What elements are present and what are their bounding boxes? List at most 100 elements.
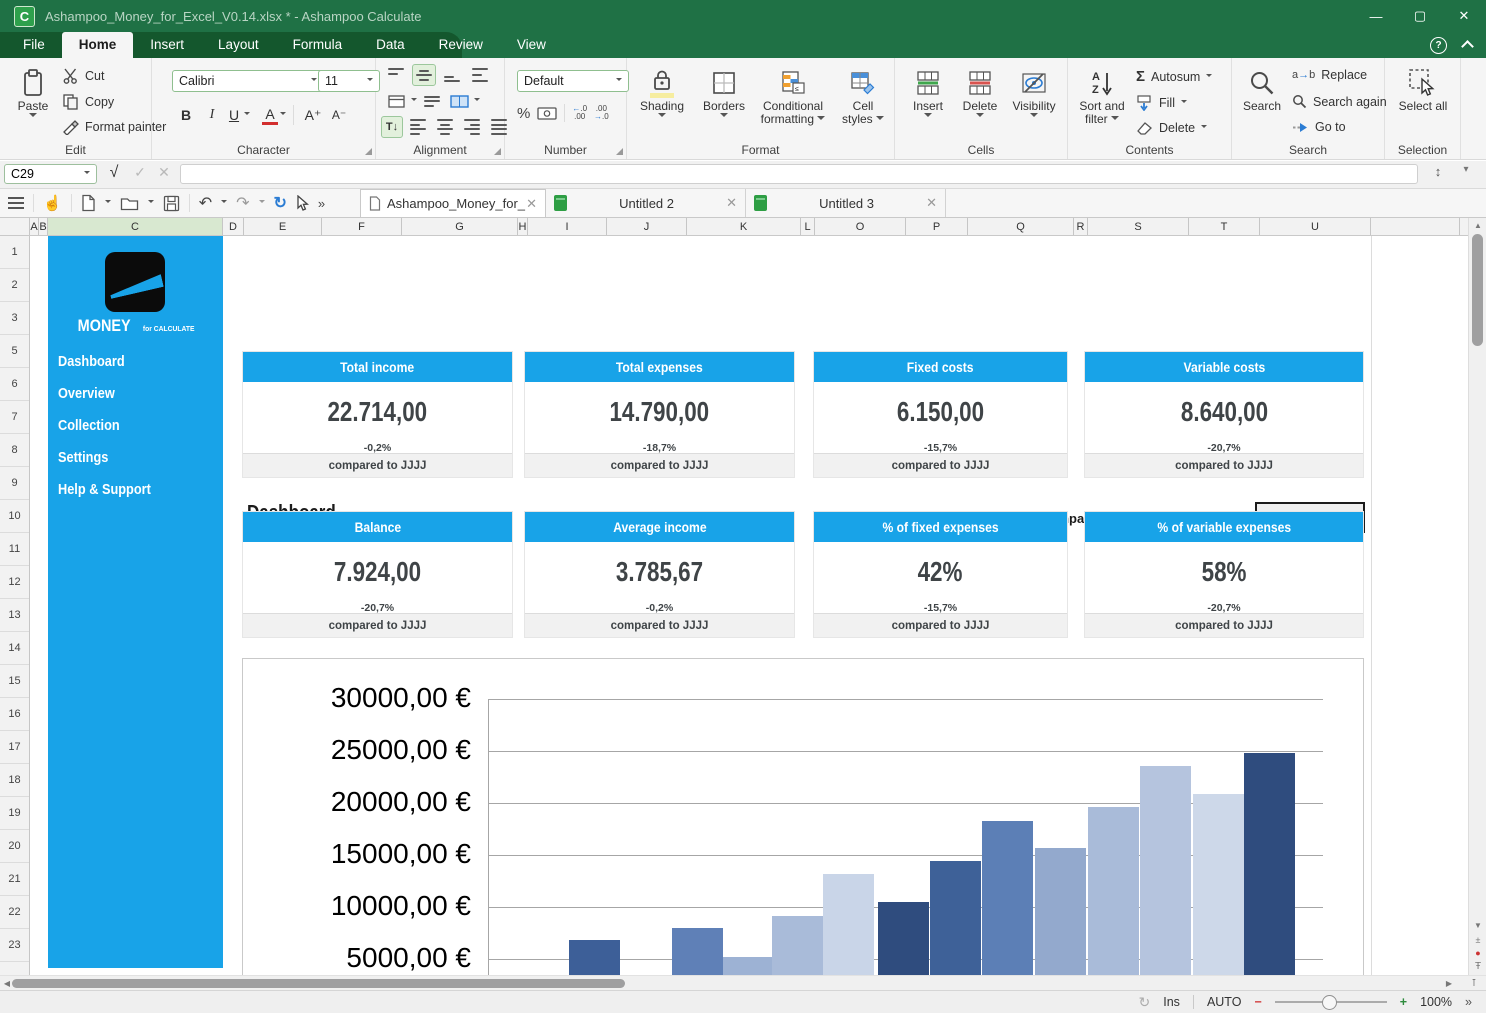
- autosum-button[interactable]: Σ Autosum: [1136, 68, 1212, 85]
- menu-data[interactable]: Data: [359, 32, 422, 58]
- scroll-right-icon[interactable]: ▶: [1444, 979, 1454, 988]
- tab-close-icon[interactable]: ✕: [926, 195, 937, 211]
- formula-bar-options-icon[interactable]: ▾: [1456, 164, 1476, 175]
- menu-insert[interactable]: Insert: [133, 32, 201, 58]
- row-header-1[interactable]: 1: [0, 236, 29, 269]
- row-header-16[interactable]: 16: [0, 698, 29, 731]
- row-header-11[interactable]: 11: [0, 533, 29, 566]
- cut-button[interactable]: Cut: [62, 68, 104, 84]
- align-justify-v-icon[interactable]: [468, 64, 492, 86]
- sheet-nav-icon[interactable]: ⊺: [1466, 978, 1482, 989]
- row-header-20[interactable]: 20: [0, 830, 29, 863]
- cell-window-caret[interactable]: [411, 98, 417, 104]
- menu-review[interactable]: Review: [422, 32, 500, 58]
- column-header-S[interactable]: S: [1088, 218, 1189, 235]
- row-header-2[interactable]: 2: [0, 269, 29, 302]
- column-header-D[interactable]: D: [223, 218, 244, 235]
- underline-caret[interactable]: [244, 112, 250, 118]
- refresh-icon[interactable]: ↻: [274, 193, 287, 213]
- fill-button[interactable]: Fill: [1136, 94, 1187, 111]
- shrink-font-button[interactable]: A⁻: [327, 104, 351, 126]
- column-header-G[interactable]: G: [402, 218, 518, 235]
- scroll-up-icon[interactable]: ▲: [1469, 221, 1486, 230]
- align-right-icon[interactable]: [460, 116, 484, 138]
- new-document-icon[interactable]: [81, 194, 96, 212]
- cell-window-icon[interactable]: [384, 90, 408, 112]
- sheet-tab-3[interactable]: Untitled 3 ✕: [746, 189, 946, 217]
- column-header-P[interactable]: P: [906, 218, 968, 235]
- vertical-scrollbar[interactable]: ▲ ▼ ± ● Ŧ: [1468, 218, 1486, 975]
- row-header-22[interactable]: 22: [0, 896, 29, 929]
- insert-cells-button[interactable]: Insert: [905, 66, 951, 121]
- row-header-6[interactable]: 6: [0, 368, 29, 401]
- row-header-23[interactable]: 23: [0, 929, 29, 962]
- percent-format-icon[interactable]: %: [517, 105, 530, 122]
- row-header-8[interactable]: 8: [0, 434, 29, 467]
- column-header-E[interactable]: E: [244, 218, 322, 235]
- vertical-scroll-thumb[interactable]: [1472, 234, 1483, 346]
- alignment-dialog-launcher[interactable]: [494, 148, 501, 155]
- menu-file[interactable]: File: [6, 32, 62, 58]
- column-header-I[interactable]: I: [528, 218, 607, 235]
- align-center-icon[interactable]: [433, 116, 457, 138]
- row-header-13[interactable]: 13: [0, 599, 29, 632]
- add-decimal-icon[interactable]: ←.0.00: [572, 105, 587, 121]
- toolbar-overflow-icon[interactable]: »: [318, 196, 325, 211]
- search-again-button[interactable]: Search again: [1292, 94, 1387, 109]
- format-painter-button[interactable]: Format painter: [62, 118, 166, 135]
- redo-caret[interactable]: [259, 200, 265, 206]
- hamburger-icon[interactable]: [8, 197, 24, 209]
- number-format-select[interactable]: Default: [517, 70, 629, 92]
- align-left-icon[interactable]: [406, 116, 430, 138]
- cell-reference-box[interactable]: C29: [4, 164, 97, 184]
- sheet-tab-2[interactable]: Untitled 2 ✕: [546, 189, 746, 217]
- character-dialog-launcher[interactable]: [365, 148, 372, 155]
- insert-mode-indicator[interactable]: Ins: [1163, 995, 1180, 1009]
- split-view-icon[interactable]: ±: [1469, 935, 1486, 945]
- sidebar-item-collection[interactable]: Collection: [58, 418, 151, 434]
- align-bottom-icon[interactable]: [440, 64, 464, 86]
- text-orientation-icon[interactable]: T↓: [381, 116, 403, 138]
- row-header-18[interactable]: 18: [0, 764, 29, 797]
- underline-button[interactable]: U: [226, 104, 242, 126]
- row-header-14[interactable]: 14: [0, 632, 29, 665]
- row-header-3[interactable]: 3: [0, 302, 29, 335]
- remove-decimal-icon[interactable]: .00→.0: [594, 105, 609, 121]
- font-name-select[interactable]: Calibri: [172, 70, 324, 92]
- select-all-button[interactable]: Select all: [1397, 66, 1449, 113]
- column-header-J[interactable]: J: [607, 218, 687, 235]
- column-header-A[interactable]: A: [30, 218, 39, 235]
- zoom-in-button[interactable]: +: [1400, 995, 1407, 1009]
- number-dialog-launcher[interactable]: [616, 148, 623, 155]
- sheet-tab-1[interactable]: Ashampoo_Money_for_E... ✕: [360, 189, 546, 217]
- borders-button[interactable]: Borders: [697, 66, 751, 121]
- status-overflow-icon[interactable]: »: [1465, 995, 1472, 1009]
- visibility-button[interactable]: Visibility: [1007, 66, 1061, 121]
- font-size-select[interactable]: 11: [318, 70, 380, 92]
- delete-cells-button[interactable]: Delete: [957, 66, 1003, 121]
- row-header-5[interactable]: 5: [0, 335, 29, 368]
- sidebar-item-dashboard[interactable]: Dashboard: [58, 354, 151, 370]
- sidebar-item-overview[interactable]: Overview: [58, 386, 151, 402]
- align-middle-icon[interactable]: [412, 64, 436, 86]
- cancel-icon[interactable]: ✕: [154, 164, 174, 181]
- menu-home[interactable]: Home: [62, 32, 134, 58]
- redo-icon[interactable]: ↷: [236, 193, 249, 213]
- column-header-B[interactable]: B: [39, 218, 48, 235]
- shading-button[interactable]: Shading: [633, 66, 691, 121]
- column-header-L[interactable]: L: [801, 218, 815, 235]
- replace-button[interactable]: a→b Replace: [1292, 68, 1367, 82]
- touch-mode-icon[interactable]: ☝: [43, 194, 62, 212]
- zoom-slider[interactable]: [1275, 1001, 1387, 1003]
- search-button[interactable]: Search: [1236, 66, 1288, 113]
- menu-layout[interactable]: Layout: [201, 32, 276, 58]
- row-header-21[interactable]: 21: [0, 863, 29, 896]
- help-icon[interactable]: ?: [1430, 37, 1447, 54]
- column-header-U[interactable]: U: [1260, 218, 1371, 235]
- maximize-button[interactable]: ▢: [1398, 0, 1442, 32]
- row-header-19[interactable]: 19: [0, 797, 29, 830]
- tab-close-icon[interactable]: ✕: [526, 196, 537, 212]
- row-header-10[interactable]: 10: [0, 500, 29, 533]
- sort-filter-button[interactable]: AZ Sort and filter: [1074, 66, 1130, 126]
- italic-button[interactable]: I: [200, 104, 224, 126]
